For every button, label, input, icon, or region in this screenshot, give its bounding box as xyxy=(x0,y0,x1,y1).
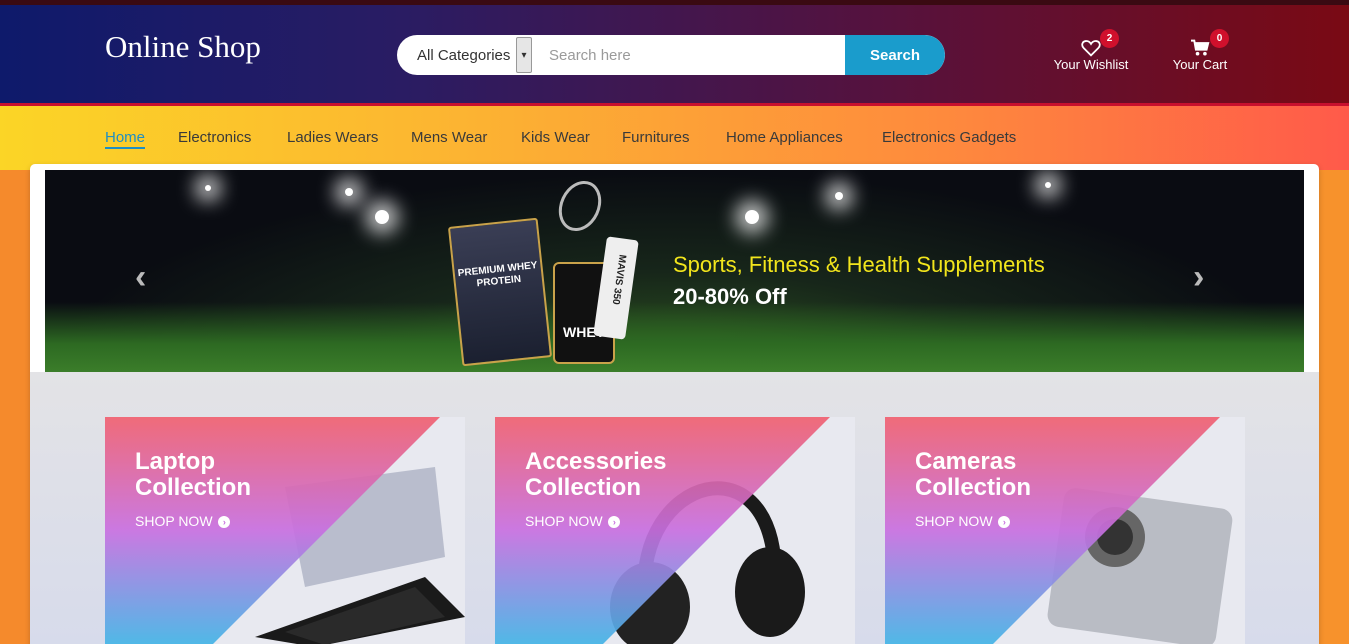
heart-icon: 2 xyxy=(1050,29,1132,57)
racket-image xyxy=(550,173,610,239)
wishlist-count-badge: 2 xyxy=(1100,29,1119,48)
stadium-field xyxy=(45,302,1304,372)
shop-now-link[interactable]: SHOP NOW › xyxy=(525,513,621,529)
nav-item-mens-wear[interactable]: Mens Wear xyxy=(411,129,487,146)
nav-item-ladies-wears[interactable]: Ladies Wears xyxy=(287,129,378,146)
shop-now-label: SHOP NOW xyxy=(915,513,993,529)
search-bar: All Categories ▾ Search xyxy=(397,35,945,75)
promo-title: Laptop Collection xyxy=(135,449,395,501)
stadium-light xyxy=(745,210,759,224)
banner-title: Sports, Fitness & Health Supplements xyxy=(673,252,1045,277)
shop-now-link[interactable]: SHOP NOW › xyxy=(915,513,1011,529)
wishlist-label: Your Wishlist xyxy=(1053,57,1129,72)
shop-now-link[interactable]: SHOP NOW › xyxy=(135,513,231,529)
site-logo[interactable]: Online Shop xyxy=(105,29,261,65)
nav-item-kids-wear[interactable]: Kids Wear xyxy=(521,129,590,146)
shop-now-label: SHOP NOW xyxy=(135,513,213,529)
promo-laptop[interactable]: Laptop Collection SHOP NOW › xyxy=(105,417,465,644)
cart-link[interactable]: 0 Your Cart xyxy=(1170,29,1230,72)
chevron-down-icon[interactable]: ▾ xyxy=(516,37,532,73)
search-input[interactable] xyxy=(532,35,845,75)
main-nav: Home Electronics Ladies Wears Mens Wear … xyxy=(0,106,1349,170)
arrow-circle-right-icon: › xyxy=(998,516,1011,529)
wishlist-link[interactable]: 2 Your Wishlist xyxy=(1050,29,1132,72)
nav-item-furnitures[interactable]: Furnitures xyxy=(622,129,690,146)
cart-label: Your Cart xyxy=(1172,57,1228,72)
banner-subtitle: 20-80% Off xyxy=(673,284,787,309)
search-button[interactable]: Search xyxy=(845,35,945,75)
nav-item-electronics-gadgets[interactable]: Electronics Gadgets xyxy=(882,129,1016,146)
category-select-value: All Categories xyxy=(417,46,511,64)
hero-banner[interactable]: PREMIUM WHEY PROTEIN WHEY MAVIS 350 Spor… xyxy=(45,170,1304,372)
arrow-circle-right-icon: › xyxy=(218,516,231,529)
whey-protein-bag-image: PREMIUM WHEY PROTEIN xyxy=(447,217,553,367)
promo-title: Cameras Collection xyxy=(915,449,1175,501)
nav-item-electronics[interactable]: Electronics xyxy=(178,129,251,146)
promo-title-line1: Laptop xyxy=(135,448,215,475)
shop-now-label: SHOP NOW xyxy=(525,513,603,529)
promo-title-line1: Cameras xyxy=(915,448,1017,475)
promo-title-line2: Collection xyxy=(525,474,642,501)
promo-title-line1: Accessories xyxy=(525,448,667,475)
cart-count-badge: 0 xyxy=(1210,29,1229,48)
category-select[interactable]: All Categories ▾ xyxy=(397,35,532,75)
arrow-circle-right-icon: › xyxy=(608,516,621,529)
promo-title-line2: Collection xyxy=(135,474,252,501)
promo-title-line2: Collection xyxy=(915,474,1032,501)
promo-title: Accessories Collection xyxy=(525,449,785,501)
site-header: Online Shop All Categories ▾ Search 2 Yo… xyxy=(0,0,1349,106)
stadium-light xyxy=(835,192,843,200)
chevron-left-icon[interactable]: ‹ xyxy=(135,260,146,294)
stadium-light xyxy=(1045,182,1051,188)
whey-bag-label: PREMIUM WHEY PROTEIN xyxy=(457,259,539,290)
promo-accessories[interactable]: Accessories Collection SHOP NOW › xyxy=(495,417,855,644)
promo-cameras[interactable]: Cameras Collection SHOP NOW › xyxy=(885,417,1245,644)
nav-item-home-appliances[interactable]: Home Appliances xyxy=(726,129,843,146)
stadium-light xyxy=(345,188,353,196)
stadium-light xyxy=(205,185,211,191)
cart-icon: 0 xyxy=(1170,29,1230,57)
shuttle-tube-label: MAVIS 350 xyxy=(609,253,628,306)
stadium-light xyxy=(375,210,389,224)
chevron-right-icon[interactable]: › xyxy=(1193,260,1204,294)
nav-item-home[interactable]: Home xyxy=(105,129,146,149)
